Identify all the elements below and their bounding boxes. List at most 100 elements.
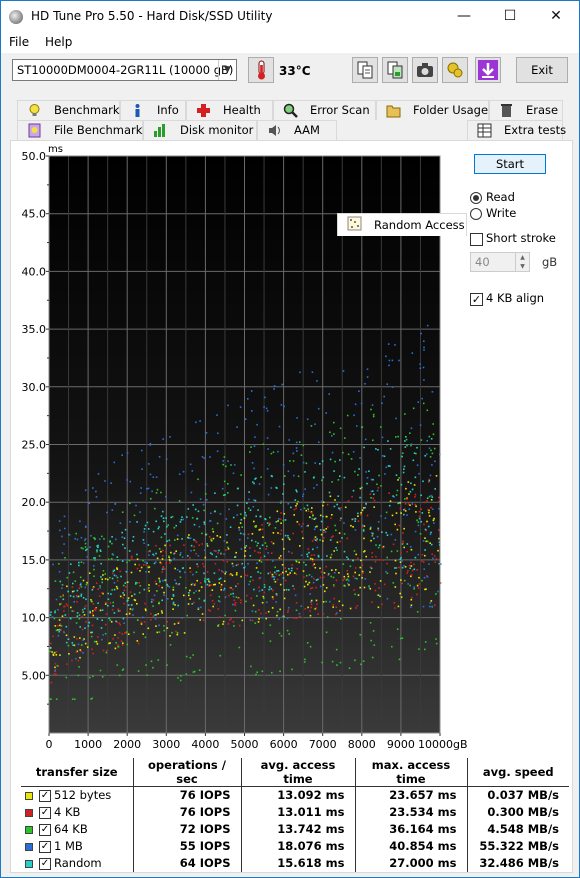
scatter-point <box>356 605 359 607</box>
copy-image-icon[interactable] <box>382 57 408 83</box>
scatter-point <box>269 516 271 519</box>
tab-disk-monitor[interactable]: Disk monitor <box>143 120 257 140</box>
scatter-point <box>162 517 165 519</box>
series-visibility-checkbox[interactable]: ✓ <box>39 789 51 802</box>
spinner-arrows-icon[interactable]: ▲ ▼ <box>515 253 529 271</box>
options-wrench-icon[interactable] <box>442 57 468 83</box>
scatter-point <box>228 573 231 576</box>
tab-label: Extra tests <box>504 123 567 137</box>
scatter-point <box>203 509 205 512</box>
scatter-point <box>161 558 164 560</box>
chevron-down-icon[interactable]: ▼ <box>218 60 236 80</box>
scatter-point <box>264 518 267 521</box>
scatter-point <box>259 552 261 554</box>
scatter-point <box>354 529 357 531</box>
align-4kb-checkbox[interactable]: ✓ <box>470 293 483 306</box>
scatter-point <box>113 461 116 464</box>
scatter-point <box>211 528 214 530</box>
scatter-point <box>395 474 398 476</box>
scatter-point <box>204 483 207 486</box>
tab-erase[interactable]: Erase <box>489 100 563 120</box>
menu-help[interactable]: Help <box>45 35 72 49</box>
scatter-point <box>354 520 356 522</box>
tab-health[interactable]: Health <box>186 100 273 120</box>
title-bar[interactable]: HD Tune Pro 5.50 - Hard Disk/SSD Utility… <box>1 1 579 32</box>
scatter-point <box>107 598 110 601</box>
scatter-point <box>112 601 114 604</box>
read-radio[interactable] <box>470 192 482 204</box>
scatter-point <box>125 570 128 573</box>
scatter-point <box>279 670 281 673</box>
scatter-point <box>296 417 298 419</box>
series-visibility-checkbox[interactable]: ✓ <box>39 840 51 853</box>
scatter-point <box>399 561 402 563</box>
tab-folder-usage[interactable]: Folder Usage <box>376 100 489 120</box>
series-visibility-checkbox[interactable]: ✓ <box>39 857 51 870</box>
tab-aam[interactable]: AAM <box>257 120 337 140</box>
scatter-point <box>430 449 432 452</box>
y-tick-label: 10.0 <box>22 612 47 625</box>
scatter-point <box>280 522 282 524</box>
series-color-swatch <box>25 825 33 834</box>
maximize-button[interactable]: ☐ <box>487 1 533 32</box>
scatter-point <box>309 593 311 595</box>
tab-file-benchmark[interactable]: File Benchmark <box>17 120 143 140</box>
close-button[interactable]: ✕ <box>533 1 579 32</box>
series-visibility-checkbox[interactable]: ✓ <box>39 806 51 819</box>
scatter-point <box>246 594 248 597</box>
scatter-point <box>119 522 122 524</box>
camera-screenshot-icon[interactable] <box>412 57 438 83</box>
scatter-point <box>376 483 378 486</box>
scatter-point <box>296 568 299 570</box>
short-stroke-size-input[interactable]: 40 ▲ ▼ <box>470 252 530 272</box>
scatter-point <box>152 666 154 669</box>
scatter-point <box>397 605 400 608</box>
scatter-point <box>398 477 400 479</box>
scatter-point <box>398 566 400 569</box>
scatter-point <box>72 644 74 646</box>
start-button[interactable]: Start <box>474 154 546 174</box>
scatter-point <box>232 565 235 568</box>
tab-info[interactable]: Info <box>120 100 186 120</box>
scatter-point <box>120 575 122 578</box>
scatter-point <box>107 558 110 561</box>
drive-select[interactable]: ST10000DM0004-2GR11L (10000 gB) ▼ <box>12 59 237 81</box>
minimize-button[interactable]: — <box>441 1 487 32</box>
scatter-point <box>397 502 399 505</box>
menu-file[interactable]: File <box>9 35 29 49</box>
scatter-point <box>347 500 350 502</box>
exit-button[interactable]: Exit <box>516 57 568 83</box>
scatter-point <box>197 565 199 568</box>
scatter-point <box>267 552 269 554</box>
tab-random-access[interactable]: Random Access <box>337 213 467 236</box>
scatter-point <box>428 435 431 438</box>
scatter-point <box>61 535 63 538</box>
write-radio[interactable] <box>470 208 482 220</box>
scatter-point <box>188 537 190 539</box>
scatter-point <box>340 618 342 620</box>
copy-text-icon[interactable] <box>352 57 378 83</box>
scatter-point <box>107 592 109 595</box>
scatter-point <box>424 501 426 504</box>
scatter-point <box>257 509 259 511</box>
short-stroke-checkbox[interactable] <box>470 233 483 246</box>
series-visibility-checkbox[interactable]: ✓ <box>39 823 51 836</box>
scatter-point <box>202 503 205 506</box>
scatter-point <box>396 528 399 531</box>
scatter-point <box>118 631 121 634</box>
scatter-point <box>381 531 383 533</box>
tab-benchmark[interactable]: Benchmark <box>17 100 120 120</box>
tab-extra-tests[interactable]: Extra tests <box>467 120 567 140</box>
scatter-point <box>295 609 298 612</box>
scatter-point <box>109 576 111 579</box>
tab-error-scan[interactable]: Error Scan <box>273 100 376 120</box>
scatter-point <box>273 571 276 574</box>
scatter-point <box>385 466 387 469</box>
scatter-point <box>79 637 81 639</box>
scatter-point <box>386 572 389 575</box>
scatter-point <box>284 475 286 477</box>
scatter-point <box>140 487 142 489</box>
scatter-point <box>111 577 114 580</box>
save-download-icon[interactable] <box>475 57 501 83</box>
scatter-point <box>422 402 425 405</box>
